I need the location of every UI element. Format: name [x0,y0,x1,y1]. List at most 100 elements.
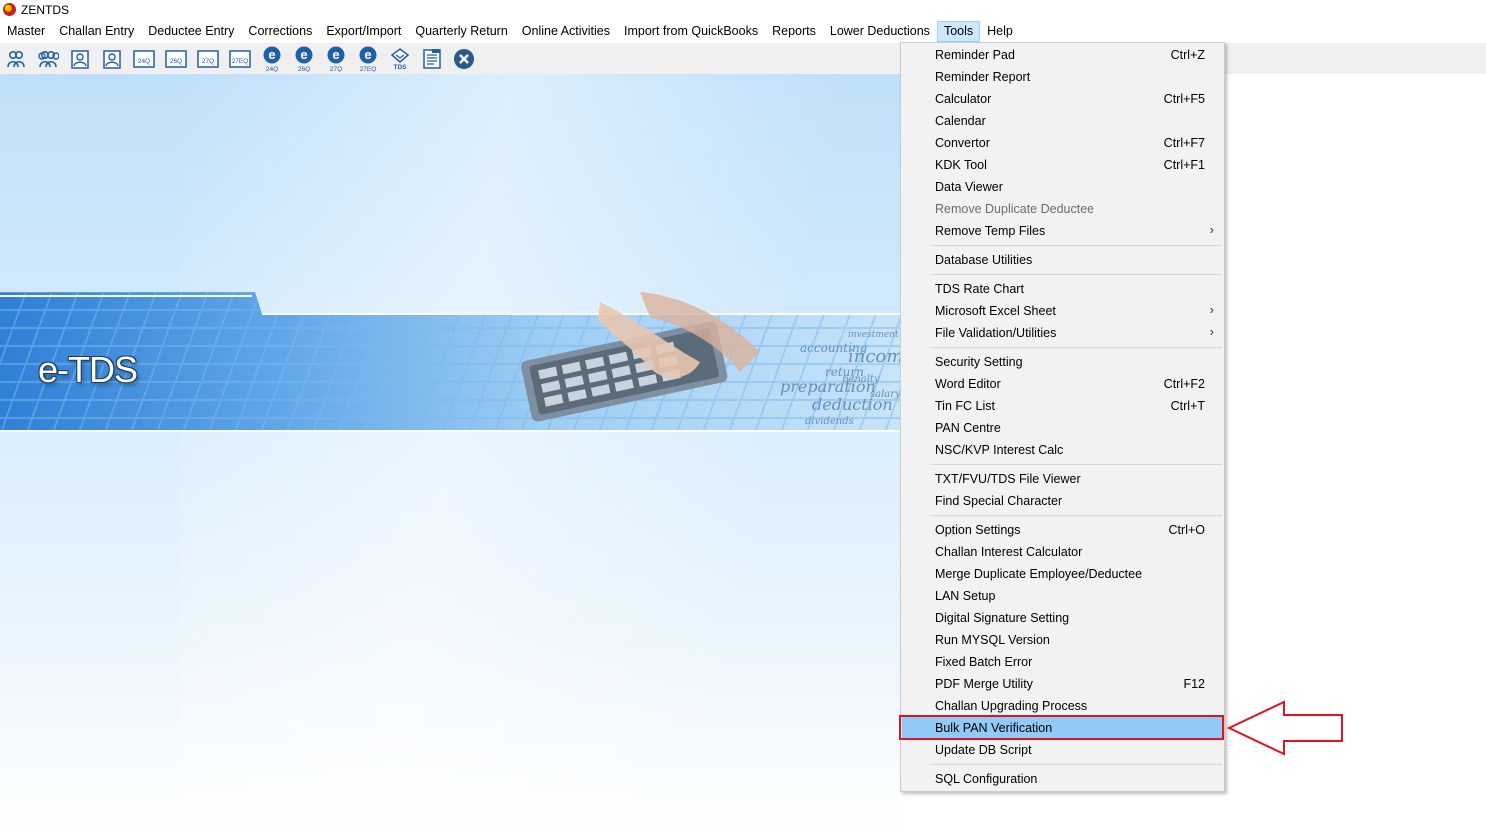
menu-deductee-entry[interactable]: Deductee Entry [141,21,241,42]
tools-menu-item-challan-upgrading-process[interactable]: Challan Upgrading Process [902,695,1223,717]
form-26q-icon[interactable]: 26Q [163,46,189,72]
title-bar: ZENTDS [0,0,1486,20]
e-26q-icon[interactable]: e 26Q [291,46,317,72]
menu-import-from-quickbooks[interactable]: Import from QuickBooks [617,21,765,42]
person-form-icon[interactable] [99,46,125,72]
tools-menu-item-run-mysql-version[interactable]: Run MYSQL Version [902,629,1223,651]
form-27q-icon[interactable]: 27Q [195,46,221,72]
menu-item-label: KDK Tool [935,158,987,172]
menu-item-label: Digital Signature Setting [935,611,1070,625]
menu-item-label: Update DB Script [935,743,1032,757]
tools-menu-item-security-setting[interactable]: Security Setting [902,351,1223,373]
menu-item-label: Run MYSQL Version [935,633,1050,647]
tools-menu-item-file-validation-utilities[interactable]: File Validation/Utilities › [902,322,1223,344]
main-canvas: accounting investment income preparation… [0,74,900,840]
svg-text:27Q: 27Q [330,66,342,72]
tools-menu-item-word-editor[interactable]: Word Editor Ctrl+F2 [902,373,1223,395]
menu-separator [931,245,1222,246]
svg-text:salary: salary [870,389,900,400]
menu-online-activities[interactable]: Online Activities [515,21,617,42]
menu-separator [931,764,1222,765]
tools-menu-item-remove-temp-files[interactable]: Remove Temp Files › [902,220,1223,242]
svg-text:income: income [848,346,900,367]
menu-challan-entry[interactable]: Challan Entry [52,21,141,42]
tools-menu-item-challan-interest-calculator[interactable]: Challan Interest Calculator [902,541,1223,563]
tools-menu-item-kdk-tool[interactable]: KDK Tool Ctrl+F1 [902,154,1223,176]
tools-menu-item-remove-duplicate-deductee: Remove Duplicate Deductee [902,198,1223,220]
svg-text:investment: investment [848,330,899,340]
svg-text:26Q: 26Q [170,58,182,65]
menu-help[interactable]: Help [980,21,1020,42]
tools-menu-item-txt-fvu-tds-file-viewer[interactable]: TXT/FVU/TDS File Viewer [902,468,1223,490]
e-27q-icon[interactable]: e 27Q [323,46,349,72]
menu-item-label: Challan Interest Calculator [935,545,1083,559]
tools-menu-item-option-settings[interactable]: Option Settings Ctrl+O [902,519,1223,541]
group-icon[interactable] [35,46,61,72]
menu-item-label: Data Viewer [935,180,1003,194]
users-icon[interactable] [3,46,29,72]
menu-item-label: Microsoft Excel Sheet [935,304,1056,318]
menu-item-label: Challan Upgrading Process [935,699,1088,713]
tools-menu-item-nsc-kvp-interest-calc[interactable]: NSC/KVP Interest Calc [902,439,1223,461]
annotation-highlight-box [899,715,1224,740]
tools-menu-item-lan-setup[interactable]: LAN Setup [902,585,1223,607]
svg-text:27Q: 27Q [202,58,214,65]
background-shine [180,74,880,840]
tools-menu-item-merge-duplicate-employee-deductee[interactable]: Merge Duplicate Employee/Deductee [902,563,1223,585]
tools-menu-item-sql-configuration[interactable]: SQL Configuration [902,768,1223,790]
svg-text:e: e [268,47,275,62]
tools-dropdown-menu: Reminder Pad Ctrl+Z Reminder Report Calcula… [900,42,1225,792]
menu-item-label: Reminder Report [935,70,1031,84]
menu-quarterly-return[interactable]: Quarterly Return [408,21,514,42]
svg-text:24Q: 24Q [138,58,150,65]
e-27eq-icon[interactable]: e 27EQ [355,46,381,72]
close-icon[interactable] [451,46,477,72]
report-icon[interactable] [419,46,445,72]
menu-export-import[interactable]: Export/Import [319,21,408,42]
menu-corrections[interactable]: Corrections [241,21,319,42]
svg-text:e: e [364,47,371,62]
tools-menu-item-update-db-script[interactable]: Update DB Script [902,739,1223,761]
tools-menu-item-calculator[interactable]: Calculator Ctrl+F5 [902,88,1223,110]
tools-menu-item-find-special-character[interactable]: Find Special Character [902,490,1223,512]
menu-item-label: Find Special Character [935,494,1063,508]
form-27eq-icon[interactable]: 27EQ [227,46,253,72]
svg-text:e: e [332,47,339,62]
toolbar: 24Q 26Q 27Q 27EQ e 24Q e 26Q e 27Q e 27EQ TDS [0,43,1486,74]
menu-lower-deductions[interactable]: Lower Deductions [823,21,937,42]
tools-menu-item-calendar[interactable]: Calendar [902,110,1223,132]
window-title: ZENTDS [21,3,69,17]
person-form-icon[interactable] [67,46,93,72]
tools-menu-item-database-utilities[interactable]: Database Utilities [902,249,1223,271]
svg-text:24Q: 24Q [266,66,278,72]
menu-item-label: File Validation/Utilities [935,326,1057,340]
form-24q-icon[interactable]: 24Q [131,46,157,72]
menu-item-label: Remove Temp Files [935,224,1046,238]
tools-menu-item-pdf-merge-utility[interactable]: PDF Merge Utility F12 [902,673,1223,695]
tools-menu-item-pan-centre[interactable]: PAN Centre [902,417,1223,439]
tools-menu-item-tds-rate-chart[interactable]: TDS Rate Chart [902,278,1223,300]
menu-item-shortcut: Ctrl+F7 [1163,136,1205,150]
tools-menu-item-digital-signature-setting[interactable]: Digital Signature Setting [902,607,1223,629]
tools-menu-item-convertor[interactable]: Convertor Ctrl+F7 [902,132,1223,154]
svg-text:dividends: dividends [805,416,854,427]
menu-item-label: Tin FC List [935,399,995,413]
menu-bar: Master Challan Entry Deductee Entry Correct… [0,21,1486,42]
menu-item-shortcut: Ctrl+O [1168,523,1205,537]
e-24q-icon[interactable]: e 24Q [259,46,285,72]
menu-item-shortcut: Ctrl+F5 [1163,92,1205,106]
tools-menu-item-data-viewer[interactable]: Data Viewer [902,176,1223,198]
tools-menu-item-tin-fc-list[interactable]: Tin FC List Ctrl+T [902,395,1223,417]
menu-separator [931,464,1222,465]
menu-reports[interactable]: Reports [765,21,823,42]
svg-text:27EQ: 27EQ [360,66,377,72]
tds-logo-icon[interactable]: TDS [387,46,413,72]
tools-menu-item-fixed-batch-error[interactable]: Fixed Batch Error [902,651,1223,673]
submenu-chevron-icon: › [1209,324,1214,339]
tools-menu-item-reminder-report[interactable]: Reminder Report [902,66,1223,88]
tools-menu-item-microsoft-excel-sheet[interactable]: Microsoft Excel Sheet › [902,300,1223,322]
menu-tools[interactable]: Tools [936,21,981,42]
menu-master[interactable]: Master [0,21,52,42]
app-logo-icon [3,3,16,16]
tools-menu-item-reminder-pad[interactable]: Reminder Pad Ctrl+Z [902,44,1223,66]
